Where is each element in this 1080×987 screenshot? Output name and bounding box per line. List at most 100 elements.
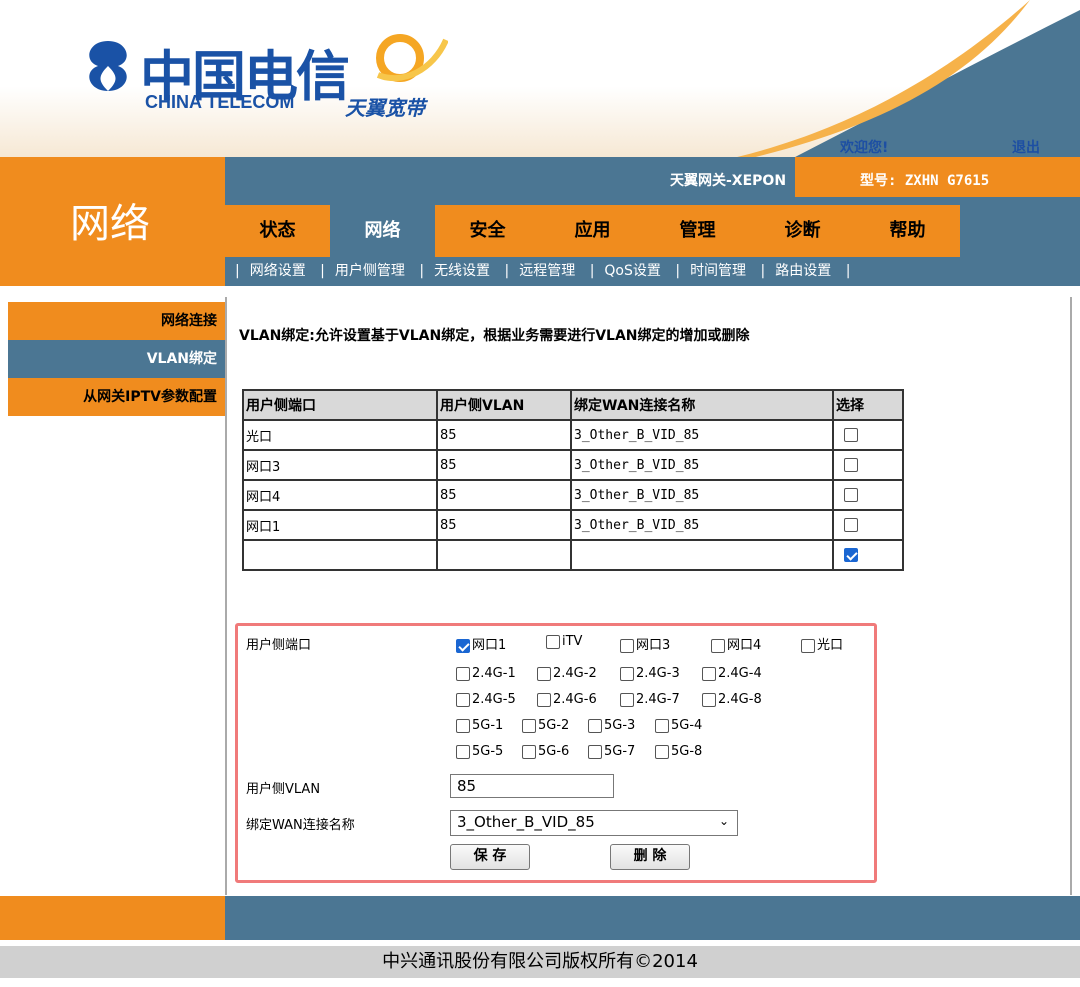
tab-diagnosis[interactable]: 诊断 xyxy=(750,205,855,257)
option-label: 2.4G-4 xyxy=(718,666,762,681)
wifi-option[interactable]: 2.4G-3 xyxy=(620,666,680,681)
sub-nav-remote[interactable]: 远程管理 xyxy=(519,263,575,279)
page-description: VLAN绑定:允许设置基于VLAN绑定，根据业务需要进行VLAN绑定的增加或删除 xyxy=(239,328,750,344)
binding-form: 用户侧端口 网口1 iTV 网口3 网口4 光口 2.4G-1 2.4G-2 2… xyxy=(235,623,877,883)
checkbox[interactable] xyxy=(546,634,560,649)
port-option-lan1[interactable]: 网口1 xyxy=(456,634,506,653)
wifi-option[interactable]: 5G-5 xyxy=(456,744,503,759)
wifi-option[interactable]: 2.4G-7 xyxy=(620,692,680,707)
wifi-option[interactable]: 2.4G-2 xyxy=(537,666,597,681)
header-swoosh-graphic xyxy=(736,0,1080,157)
table-row xyxy=(242,539,904,571)
option-label: 5G-1 xyxy=(472,718,504,733)
option-label: 2.4G-3 xyxy=(636,666,680,681)
checkbox[interactable] xyxy=(456,666,470,681)
tab-security[interactable]: 安全 xyxy=(435,205,540,257)
checkbox[interactable] xyxy=(655,718,669,733)
sidebar-item-vlan-binding[interactable]: VLAN绑定 xyxy=(8,340,225,378)
port-label: 用户侧端口 xyxy=(246,638,312,653)
tab-status[interactable]: 状态 xyxy=(225,205,330,257)
gateway-name: 天翼网关-XEPON xyxy=(670,173,787,189)
row-select-checkbox[interactable] xyxy=(844,488,858,502)
wifi-option[interactable]: 5G-3 xyxy=(588,718,635,733)
tab-network[interactable]: 网络 xyxy=(330,205,435,257)
cell-select xyxy=(832,539,904,571)
wifi-option[interactable]: 5G-6 xyxy=(522,744,569,759)
tab-management[interactable]: 管理 xyxy=(645,205,750,257)
option-label: 5G-2 xyxy=(538,718,570,733)
sub-nav-network-settings[interactable]: 网络设置 xyxy=(250,263,306,279)
wifi-option[interactable]: 5G-1 xyxy=(456,718,503,733)
wifi-option[interactable]: 2.4G-8 xyxy=(702,692,762,707)
cell-wan: 3_Other_B_VID_85 xyxy=(570,419,834,451)
wifi-option[interactable]: 2.4G-5 xyxy=(456,692,516,707)
port-option-itv[interactable]: iTV xyxy=(546,634,582,649)
checkbox[interactable] xyxy=(537,692,551,707)
wan-connection-select[interactable]: 3_Other_B_VID_85 ⌄ xyxy=(450,810,738,836)
port-option-lan4[interactable]: 网口4 xyxy=(711,634,761,653)
column-header: 选择 xyxy=(832,389,904,421)
column-header: 用户侧端口 xyxy=(242,389,438,421)
checkbox[interactable] xyxy=(620,638,634,653)
row-select-checkbox[interactable] xyxy=(844,458,858,472)
sub-nav-separator: | xyxy=(675,263,681,279)
sub-nav-wireless[interactable]: 无线设置 xyxy=(434,263,490,279)
sidebar-item-iptv-config[interactable]: 从网关IPTV参数配置 xyxy=(8,378,225,416)
china-telecom-logo-english: CHINA TELECOM xyxy=(145,92,295,112)
option-label: 2.4G-6 xyxy=(553,692,597,707)
checkbox[interactable] xyxy=(801,638,815,653)
logout-link[interactable]: 退出 xyxy=(1012,137,1040,157)
checkbox[interactable] xyxy=(702,666,716,681)
checkbox[interactable] xyxy=(522,744,536,759)
save-button[interactable]: 保 存 xyxy=(450,844,530,870)
checkbox[interactable] xyxy=(620,692,634,707)
row-select-checkbox[interactable] xyxy=(844,518,858,532)
checkbox[interactable] xyxy=(456,692,470,707)
wifi-option[interactable]: 2.4G-1 xyxy=(456,666,516,681)
section-title-block: 网络 xyxy=(0,157,225,286)
table-row: 网口4 85 3_Other_B_VID_85 xyxy=(242,479,904,511)
cell-vlan: 85 xyxy=(436,419,572,451)
checkbox[interactable] xyxy=(537,666,551,681)
row-select-checkbox[interactable] xyxy=(844,548,858,562)
option-label: 5G-6 xyxy=(538,744,570,759)
checkbox[interactable] xyxy=(711,638,725,653)
tab-help[interactable]: 帮助 xyxy=(855,205,960,257)
option-label: 2.4G-8 xyxy=(718,692,762,707)
sidebar-item-network-connection[interactable]: 网络连接 xyxy=(8,302,225,340)
wifi-option[interactable]: 5G-4 xyxy=(655,718,702,733)
checkbox[interactable] xyxy=(588,718,602,733)
port-option-optical[interactable]: 光口 xyxy=(801,634,843,653)
cell-select xyxy=(832,419,904,451)
tab-application[interactable]: 应用 xyxy=(540,205,645,257)
cell-wan xyxy=(570,539,834,571)
checkbox[interactable] xyxy=(456,718,470,733)
checkbox[interactable] xyxy=(702,692,716,707)
sub-nav-time[interactable]: 时间管理 xyxy=(690,263,746,279)
checkbox[interactable] xyxy=(456,638,470,653)
cell-vlan: 85 xyxy=(436,509,572,541)
checkbox[interactable] xyxy=(655,744,669,759)
sub-nav-user-side[interactable]: 用户侧管理 xyxy=(335,263,405,279)
option-label: iTV xyxy=(562,634,583,649)
wifi-option[interactable]: 5G-8 xyxy=(655,744,702,759)
cell-port xyxy=(242,539,438,571)
delete-button[interactable]: 删 除 xyxy=(610,844,690,870)
checkbox[interactable] xyxy=(588,744,602,759)
sub-nav-qos[interactable]: QoS设置 xyxy=(604,263,660,279)
sub-nav-separator: | xyxy=(419,263,425,279)
column-header: 用户侧VLAN xyxy=(436,389,572,421)
checkbox[interactable] xyxy=(620,666,634,681)
wifi-option[interactable]: 2.4G-6 xyxy=(537,692,597,707)
checkbox[interactable] xyxy=(522,718,536,733)
chevron-down-icon: ⌄ xyxy=(718,814,729,828)
vlan-input[interactable] xyxy=(450,774,614,798)
wifi-option[interactable]: 5G-2 xyxy=(522,718,569,733)
port-option-lan3[interactable]: 网口3 xyxy=(620,634,670,653)
sub-nav-separator: | xyxy=(504,263,510,279)
row-select-checkbox[interactable] xyxy=(844,428,858,442)
wifi-option[interactable]: 2.4G-4 xyxy=(702,666,762,681)
wifi-option[interactable]: 5G-7 xyxy=(588,744,635,759)
checkbox[interactable] xyxy=(456,744,470,759)
sub-nav-routing[interactable]: 路由设置 xyxy=(775,263,831,279)
